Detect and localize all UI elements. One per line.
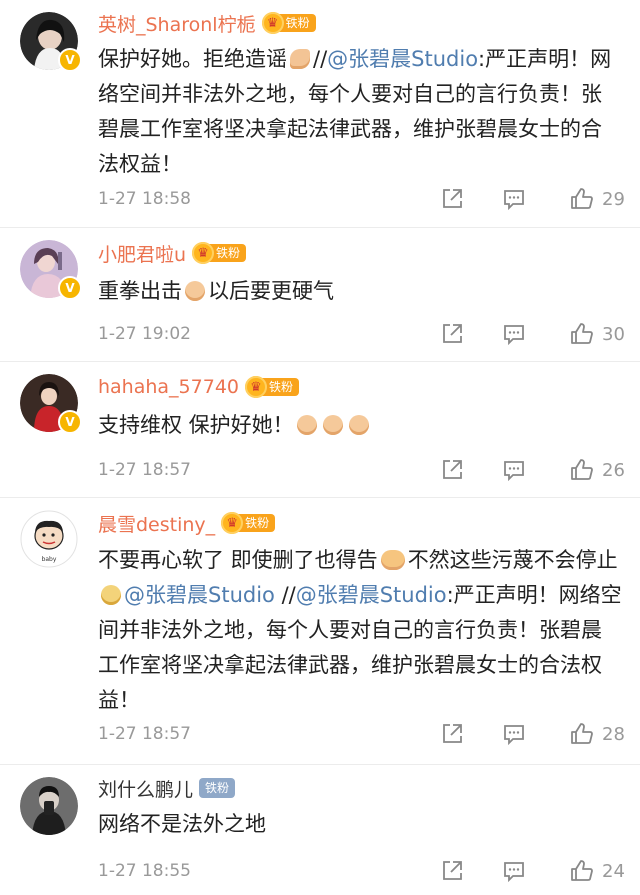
name-row: hahaha_57740 ♛ 铁粉 — [98, 372, 300, 402]
comment-item: V 小肥君啦u ♛ 铁粉 重拳出击 以后要更硬气 1-27 19:02 30 — [0, 228, 640, 362]
like-count: 26 — [602, 459, 625, 481]
share-icon[interactable] — [440, 722, 464, 746]
avatar[interactable] — [20, 777, 78, 835]
comment-item: baby 晨雪destiny_ ♛ 铁粉 不要再心软了 即使删了也得告 不然这些污… — [0, 498, 640, 765]
username[interactable]: 英树_Sharonl柠栀 — [98, 10, 256, 37]
text-segment: 以后要更硬气 — [208, 279, 334, 303]
comment-text: 支持维权 保护好她！ — [98, 408, 622, 443]
crown-icon: ♛ — [245, 376, 267, 398]
avatar-image — [20, 777, 78, 835]
username[interactable]: 刘什么鹏儿 — [98, 775, 193, 802]
like-count: 28 — [602, 723, 625, 745]
reply-icon[interactable] — [502, 722, 526, 746]
fist-emoji-icon — [348, 415, 369, 435]
share-icon[interactable] — [440, 187, 464, 211]
comment-text: 不要再心软了 即使删了也得告 不然这些污蔑不会停止 @张碧晨Studio //@张碧… — [98, 543, 622, 718]
text-segment: 重拳出击 — [98, 279, 182, 303]
share-icon[interactable] — [440, 322, 464, 346]
fan-badge: ♛ 铁粉 — [221, 512, 276, 534]
like-icon — [571, 860, 593, 881]
name-row: 英树_Sharonl柠栀 ♛ 铁粉 — [98, 8, 316, 38]
like-count: 30 — [602, 323, 625, 345]
crown-icon: ♛ — [221, 512, 244, 534]
reply-icon[interactable] — [502, 322, 526, 346]
fist-emoji-icon — [296, 415, 317, 435]
crown-icon: ♛ — [192, 242, 215, 264]
like-button[interactable]: 30 — [570, 322, 628, 346]
avatar[interactable]: baby — [20, 510, 78, 568]
action-bar: 28 — [440, 722, 628, 746]
comment-meta: 1-27 19:02 30 — [98, 319, 628, 349]
reply-icon[interactable] — [502, 859, 526, 883]
text-segment: // — [274, 583, 296, 607]
comment-meta: 1-27 18:55 24 — [98, 856, 628, 886]
text-segment: // — [313, 47, 328, 71]
flex-arm-emoji-icon — [290, 49, 310, 69]
svg-text:baby: baby — [42, 556, 57, 563]
like-icon — [571, 323, 593, 344]
fan-badge: ♛ 铁粉 — [261, 12, 316, 34]
crown-icon: ♛ — [261, 12, 284, 34]
comment-text: 保护好她。拒绝造谣//@张碧晨Studio:严正声明！网络空间并非法外之地，每个… — [98, 42, 622, 182]
text-segment: 保护好她。拒绝造谣 — [98, 47, 287, 71]
handshake-emoji-icon — [380, 550, 405, 570]
fan-badge: ♛ 铁粉 — [192, 242, 247, 264]
text-segment: 支持维权 保护好她！ — [98, 413, 294, 437]
username[interactable]: 小肥君啦u — [98, 240, 186, 267]
text-segment: 不要再心软了 即使删了也得告 — [98, 548, 378, 572]
username[interactable]: hahaha_57740 — [98, 376, 239, 398]
fan-label: 铁粉 — [199, 778, 236, 798]
action-bar: 29 — [440, 187, 628, 211]
name-row: 小肥君啦u ♛ 铁粉 — [98, 238, 247, 268]
like-icon — [571, 188, 593, 209]
share-icon[interactable] — [440, 859, 464, 883]
like-button[interactable]: 26 — [570, 458, 628, 482]
reply-icon[interactable] — [502, 458, 526, 482]
fist-emoji-icon — [322, 415, 343, 435]
comment-text: 重拳出击 以后要更硬气 — [98, 274, 622, 309]
verified-v-icon: V — [58, 410, 82, 434]
verified-v-icon: V — [58, 276, 82, 300]
comment-text: 网络不是法外之地 — [98, 807, 622, 842]
comment-meta: 1-27 18:57 28 — [98, 719, 628, 749]
comment-item: 刘什么鹏儿 铁粉 网络不是法外之地 1-27 18:55 24 — [0, 765, 640, 895]
action-bar: 30 — [440, 322, 628, 346]
action-bar: 24 — [440, 859, 628, 883]
text-segment: 网络不是法外之地 — [98, 812, 266, 836]
like-count: 24 — [602, 860, 625, 882]
name-row: 刘什么鹏儿 铁粉 — [98, 773, 236, 803]
comment-item: V 英树_Sharonl柠栀 ♛ 铁粉 保护好她。拒绝造谣 //@张碧晨Studi… — [0, 0, 640, 228]
doge-emoji-icon — [101, 585, 121, 605]
fan-badge: ♛ 铁粉 — [245, 376, 300, 398]
timestamp: 1-27 19:02 — [98, 324, 191, 344]
name-row: 晨雪destiny_ ♛ 铁粉 — [98, 508, 276, 538]
username[interactable]: 晨雪destiny_ — [98, 510, 215, 537]
comment-meta: 1-27 18:58 29 — [98, 184, 628, 214]
avatar[interactable]: V — [20, 240, 82, 300]
avatar-image: baby — [20, 510, 78, 568]
fist-emoji-icon — [185, 281, 205, 301]
timestamp: 1-27 18:57 — [98, 460, 191, 480]
like-button[interactable]: 24 — [570, 859, 628, 883]
mention-link[interactable]: @张碧晨Studio — [296, 583, 447, 607]
like-button[interactable]: 29 — [570, 187, 628, 211]
timestamp: 1-27 18:58 — [98, 189, 191, 209]
like-icon — [571, 459, 593, 480]
comment-meta: 1-27 18:57 26 — [98, 455, 628, 485]
reply-icon[interactable] — [502, 187, 526, 211]
mention-link[interactable]: @张碧晨Studio — [124, 583, 275, 607]
timestamp: 1-27 18:57 — [98, 724, 191, 744]
action-bar: 26 — [440, 458, 628, 482]
avatar[interactable]: V — [20, 374, 82, 434]
avatar[interactable]: V — [20, 12, 82, 72]
verified-v-icon: V — [58, 48, 82, 72]
share-icon[interactable] — [440, 458, 464, 482]
like-count: 29 — [602, 188, 625, 210]
like-button[interactable]: 28 — [570, 722, 628, 746]
like-icon — [571, 723, 593, 744]
mention-link[interactable]: @张碧晨Studio — [327, 47, 478, 71]
comment-item: V hahaha_57740 ♛ 铁粉 支持维权 保护好她！ 1-27 18:5… — [0, 362, 640, 498]
timestamp: 1-27 18:55 — [98, 861, 191, 881]
text-segment: 不然这些污蔑不会停止 — [407, 548, 618, 572]
